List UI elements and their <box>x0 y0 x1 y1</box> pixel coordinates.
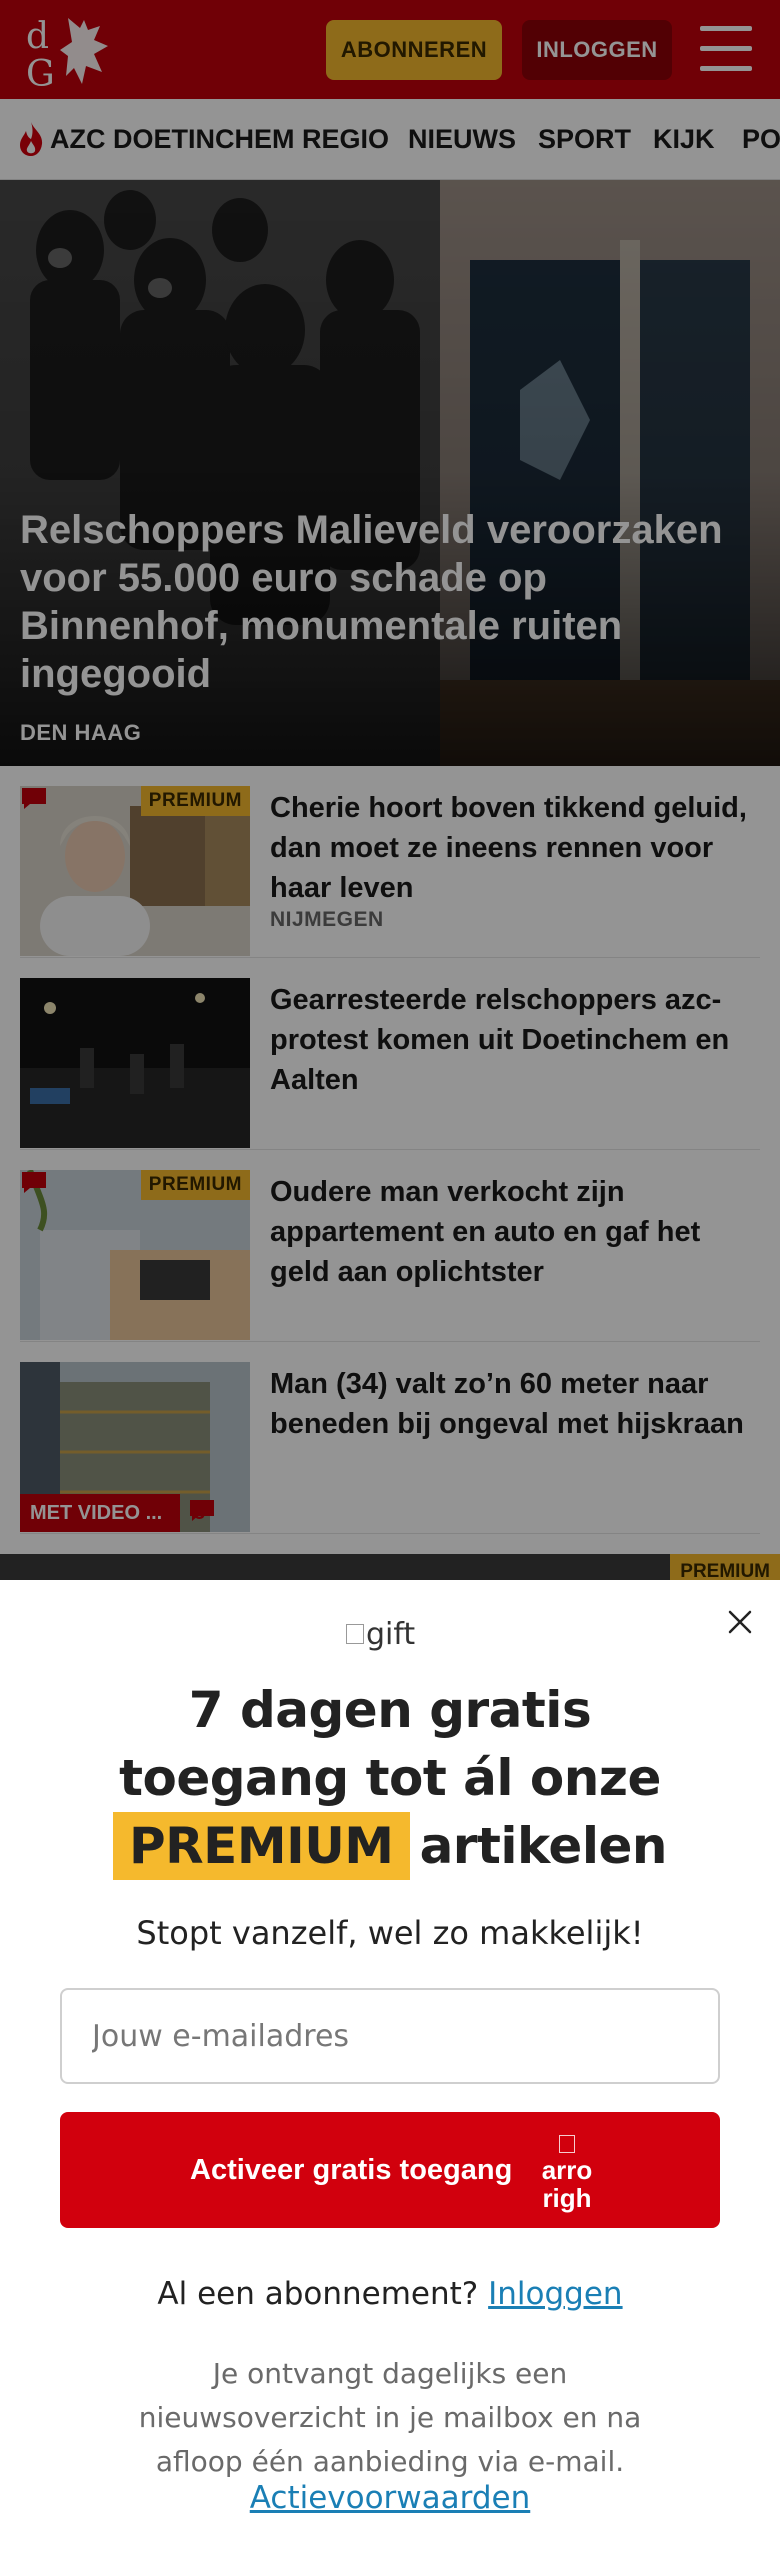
headline-line-1: 7 dagen gratis <box>188 1681 592 1739</box>
modal-backdrop[interactable] <box>0 0 780 1580</box>
premium-highlight: PREMIUM <box>113 1812 410 1880</box>
gift-icon: gift <box>346 1614 415 1654</box>
headline-line-2: toegang tot ál onze <box>119 1749 661 1807</box>
close-icon <box>728 1610 752 1634</box>
premium-trial-modal: gift 7 dagen gratis toegang tot ál onze … <box>0 1580 780 2560</box>
terms-link[interactable]: Actievoorwaarden <box>250 2480 531 2516</box>
arrow-right-icon: arro righ <box>540 2128 594 2214</box>
headline-end: artikelen <box>419 1817 668 1875</box>
email-field[interactable] <box>60 1988 720 2084</box>
existing-account-line: Al een abonnement? Inloggen <box>40 2276 740 2312</box>
cta-label: Activeer gratis toegang <box>190 2154 513 2186</box>
modal-headline: 7 dagen gratis toegang tot ál onze PREMI… <box>40 1676 740 1880</box>
activate-trial-button[interactable]: Activeer gratis toegang arro righ <box>60 2112 720 2228</box>
login-link[interactable]: Inloggen <box>488 2276 622 2312</box>
modal-subline: Stopt vanzelf, wel zo makkelijk! <box>136 1914 644 1952</box>
newsletter-info: Je ontvangt dagelijks een nieuwsoverzich… <box>138 2357 642 2478</box>
account-prompt: Al een abonnement? <box>157 2276 479 2312</box>
close-button[interactable] <box>722 1604 758 1640</box>
